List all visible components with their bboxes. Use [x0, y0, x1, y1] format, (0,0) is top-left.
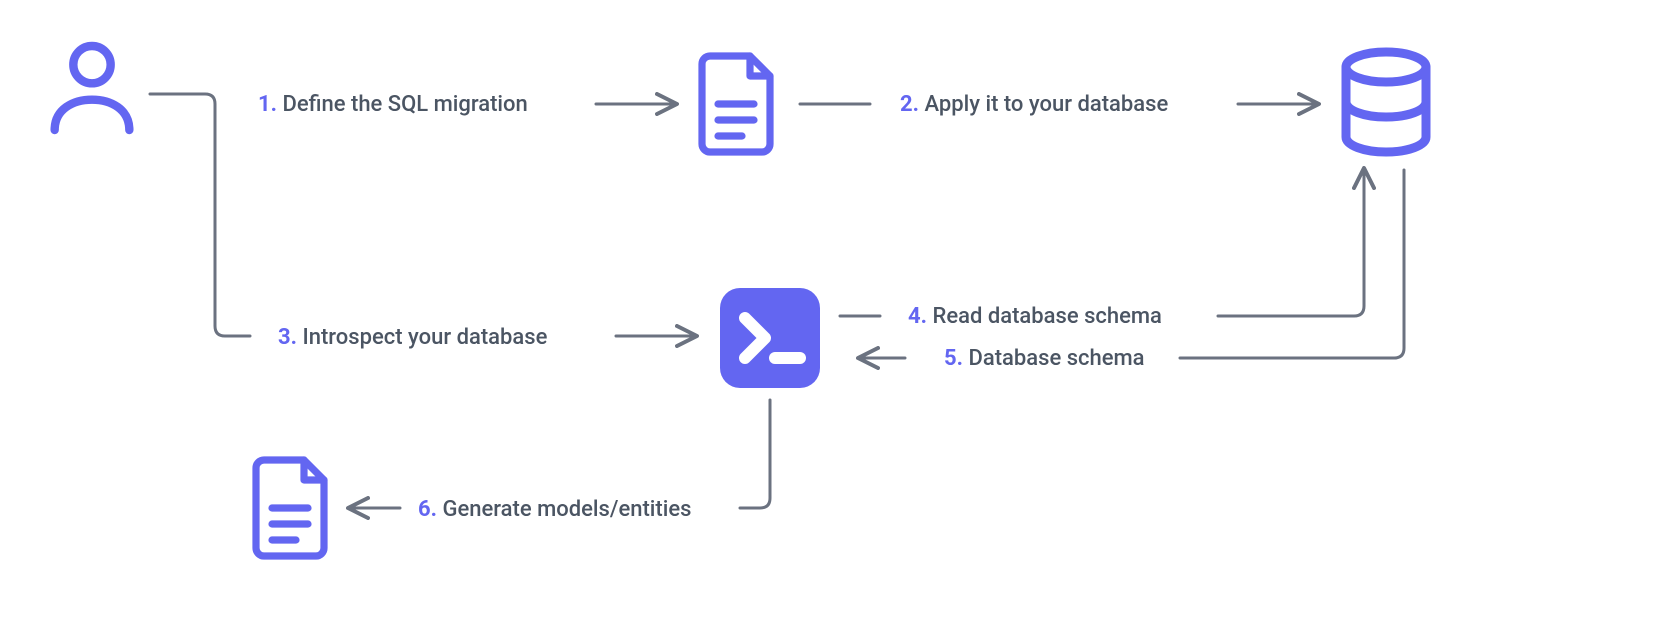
user-icon [36, 32, 148, 148]
terminal-icon [710, 278, 830, 402]
step-number: 1. [258, 92, 277, 117]
step-6-label: 6. Generate models/entities [418, 497, 691, 522]
connector-step3 [215, 116, 695, 336]
step-number: 6. [418, 497, 437, 522]
step-number: 5. [944, 346, 963, 371]
file-icon [242, 452, 342, 568]
workflow-diagram: 1. Define the SQL migration 2. Apply it … [0, 0, 1667, 620]
step-text: Generate models/entities [442, 497, 691, 522]
step-number: 3. [278, 325, 297, 350]
file-icon [688, 48, 788, 164]
step-1-label: 1. Define the SQL migration [258, 92, 528, 117]
connector-step4 [840, 170, 1364, 316]
step-5-label: 5. Database schema [944, 346, 1145, 371]
step-text: Apply it to your database [924, 92, 1168, 117]
step-text: Define the SQL migration [282, 92, 527, 117]
connector-step6 [350, 400, 770, 508]
step-3-label: 3. Introspect your database [278, 325, 547, 350]
step-2-label: 2. Apply it to your database [900, 92, 1168, 117]
connector-step5 [860, 170, 1404, 358]
step-text: Read database schema [932, 304, 1161, 329]
step-text: Database schema [968, 346, 1144, 371]
step-number: 2. [900, 92, 919, 117]
step-text: Introspect your database [302, 325, 547, 350]
database-icon [1326, 42, 1446, 166]
step-4-label: 4. Read database schema [908, 304, 1162, 329]
step-number: 4. [908, 304, 927, 329]
